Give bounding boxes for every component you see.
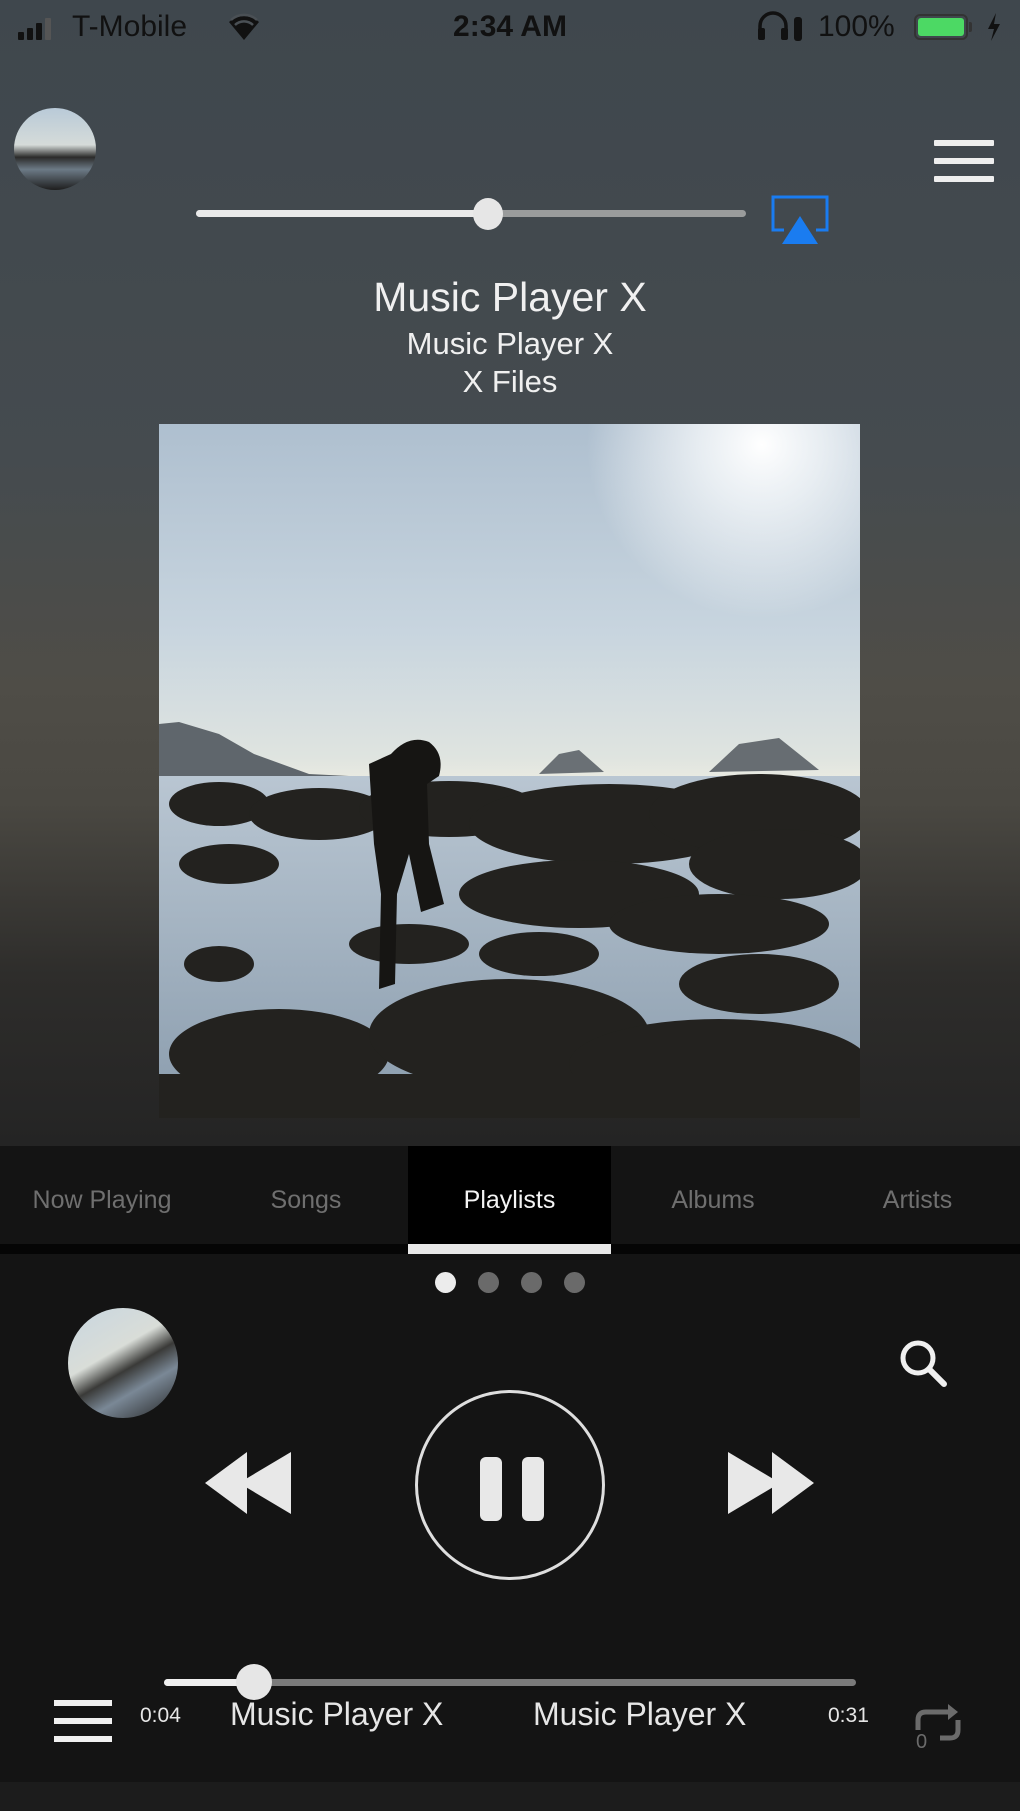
pause-icon-bar-left xyxy=(480,1457,502,1521)
mini-artwork[interactable] xyxy=(68,1308,178,1418)
album-artwork xyxy=(159,424,860,1118)
battery-percent: 100% xyxy=(818,10,895,43)
menu-icon[interactable] xyxy=(934,140,994,182)
queue-menu-icon[interactable] xyxy=(54,1700,112,1742)
headphones-icon xyxy=(758,11,802,41)
page-dot-3[interactable] xyxy=(521,1272,542,1293)
page-dot-1[interactable] xyxy=(435,1272,456,1293)
page-dot-2[interactable] xyxy=(478,1272,499,1293)
album-artwork-image xyxy=(159,424,860,1118)
home-indicator-area xyxy=(0,1782,1020,1811)
elapsed-time: 0:04 xyxy=(140,1704,181,1727)
seek-thumb[interactable] xyxy=(235,1664,272,1700)
fast-forward-icon[interactable] xyxy=(722,1452,814,1514)
search-icon[interactable] xyxy=(896,1336,952,1392)
total-time: 0:31 xyxy=(828,1704,869,1727)
volume-slider[interactable] xyxy=(196,198,746,230)
volume-thumb[interactable] xyxy=(472,198,503,230)
tab-songs[interactable]: Songs xyxy=(204,1146,408,1244)
airplay-icon[interactable] xyxy=(770,194,830,246)
tab-bar: Now Playing Songs Playlists Albums Artis… xyxy=(0,1146,1020,1244)
battery-icon xyxy=(914,14,968,40)
pause-icon-bar-right xyxy=(522,1457,544,1521)
battery-tip xyxy=(969,22,972,32)
rewind-icon[interactable] xyxy=(205,1452,297,1514)
track-artist: Music Player X xyxy=(406,326,614,361)
seek-slider[interactable] xyxy=(164,1664,856,1700)
volume-fill xyxy=(196,210,488,217)
page-indicator xyxy=(0,1272,1020,1293)
status-bar: T-Mobile 2:34 AM 100% xyxy=(0,0,1020,56)
mini-song-title: Music Player X xyxy=(230,1696,444,1732)
repeat-mode-label: 0 xyxy=(916,1731,927,1750)
tab-artists[interactable]: Artists xyxy=(815,1146,1020,1244)
tab-now-playing[interactable]: Now Playing xyxy=(0,1146,204,1244)
charging-bolt-icon xyxy=(988,13,1000,41)
active-tab-indicator xyxy=(408,1244,611,1254)
pause-button[interactable] xyxy=(415,1390,605,1580)
page-dot-4[interactable] xyxy=(564,1272,585,1293)
tab-playlists[interactable]: Playlists xyxy=(408,1146,611,1244)
track-album: X Files xyxy=(462,364,558,399)
mini-song-artist: Music Player X xyxy=(533,1696,747,1732)
tab-albums[interactable]: Albums xyxy=(611,1146,815,1244)
repeat-icon[interactable]: 0 xyxy=(910,1700,966,1750)
track-title: Music Player X xyxy=(373,274,647,320)
profile-avatar[interactable] xyxy=(14,108,96,190)
